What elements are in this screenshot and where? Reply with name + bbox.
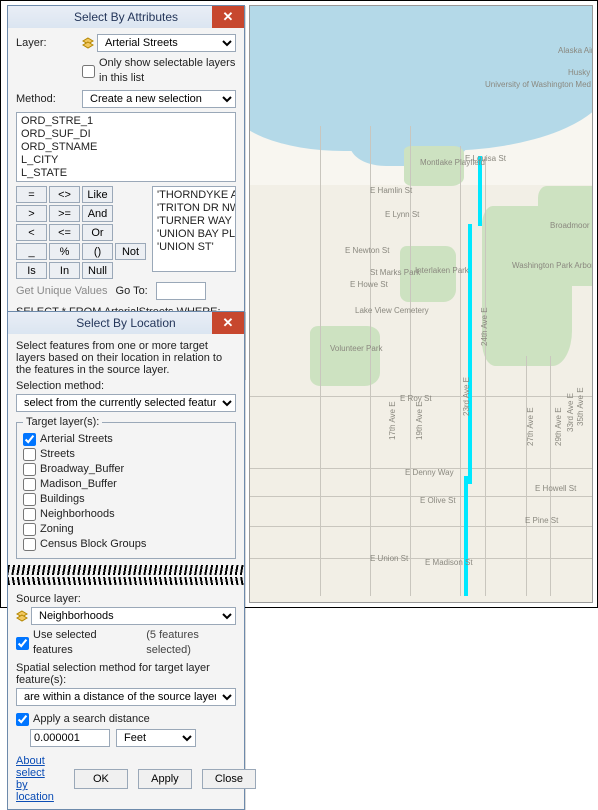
layer-select[interactable]: Arterial Streets xyxy=(97,34,236,52)
field-item[interactable]: L_CITY xyxy=(21,154,231,167)
dialog-title: Select By Attributes xyxy=(74,10,178,24)
spatial-method-label: Spatial selection method for target laye… xyxy=(16,662,236,686)
map-label: St Marks Park xyxy=(370,268,420,277)
ok-button[interactable]: OK xyxy=(74,769,128,789)
value-item[interactable]: 'TRITON DR NW' xyxy=(157,202,231,215)
operator-button[interactable]: In xyxy=(49,262,80,279)
field-item[interactable]: ORD_SUF_DI xyxy=(21,128,231,141)
only-selectable-checkbox[interactable]: Only show selectable layers in this list xyxy=(82,56,236,86)
operator-button[interactable]: <> xyxy=(49,186,80,203)
close-icon[interactable]: ✕ xyxy=(212,6,244,28)
target-layers-label: Target layer(s): xyxy=(23,416,102,428)
goto-input[interactable] xyxy=(156,282,206,300)
map-label: E Hamlin St xyxy=(370,186,412,195)
target-layer-checkbox[interactable]: Census Block Groups xyxy=(23,537,229,552)
target-layer-checkbox[interactable]: Streets xyxy=(23,447,229,462)
map-label: 35th Ave E xyxy=(576,387,585,426)
target-layers-group: Target layer(s): Arterial StreetsStreets… xyxy=(16,416,236,559)
use-selected-checkbox[interactable]: Use selected features (5 features select… xyxy=(16,628,236,658)
map-label: E Newton St xyxy=(345,246,389,255)
target-layer-checkbox[interactable]: Broadway_Buffer xyxy=(23,462,229,477)
dialog-titlebar[interactable]: Select By Attributes ✕ xyxy=(8,6,244,28)
target-layer-checkbox[interactable]: Madison_Buffer xyxy=(23,477,229,492)
map-label: 29th Ave E xyxy=(554,407,563,446)
operator-button[interactable]: % xyxy=(49,243,80,260)
map-label: University of Washington Med Ctr xyxy=(485,80,593,89)
apply-distance-checkbox[interactable]: Apply a search distance xyxy=(16,712,236,727)
operator-button[interactable]: Null xyxy=(82,262,113,279)
select-by-location-dialog: Select By Location ✕ Select features fro… xyxy=(7,311,245,810)
target-layer-checkbox[interactable]: Arterial Streets xyxy=(23,432,229,447)
operator-button[interactable]: Or xyxy=(82,224,113,241)
field-item[interactable]: ORD_STNAME xyxy=(21,141,231,154)
values-list[interactable]: 'THORNDYKE AVE W''TRITON DR NW''TURNER W… xyxy=(152,186,236,272)
target-layer-checkbox[interactable]: Neighborhoods xyxy=(23,507,229,522)
operator-button[interactable]: <= xyxy=(49,224,80,241)
map-label: E Madison St xyxy=(425,558,473,567)
map-label: E Louisa St xyxy=(465,154,506,163)
map-label: E Howe St xyxy=(350,280,388,289)
close-button[interactable]: Close xyxy=(202,769,256,789)
map-label: E Lynn St xyxy=(385,210,419,219)
map-label: 19th Ave E xyxy=(415,401,424,440)
about-link[interactable]: About select by location xyxy=(16,755,54,803)
operator-button[interactable]: Is xyxy=(16,262,47,279)
field-list[interactable]: ORD_STRE_1ORD_SUF_DIORD_STNAMEL_CITYL_ST… xyxy=(16,112,236,182)
method-label: Method: xyxy=(16,93,76,105)
value-item[interactable]: 'UNION ST' xyxy=(157,241,231,254)
map-label: E Olive St xyxy=(420,496,456,505)
spatial-method-select[interactable]: are within a distance of the source laye… xyxy=(16,688,236,706)
map-canvas[interactable]: Alaska Airlines Arena Husky Stadium Univer… xyxy=(249,5,593,603)
selection-method-select[interactable]: select from the currently selected featu… xyxy=(16,394,236,412)
close-icon[interactable]: ✕ xyxy=(212,312,244,334)
map-label: Interlaken Park xyxy=(415,266,469,275)
map-label: Broadmoor Golf Club xyxy=(550,221,593,230)
dialog-title: Select By Location xyxy=(76,316,175,330)
dialog-titlebar[interactable]: Select By Location ✕ xyxy=(8,312,244,334)
map-label: Husky Stadium xyxy=(568,68,593,77)
get-unique-values-link[interactable]: Get Unique Values xyxy=(16,285,108,297)
map-label: Washington Park Arboretum xyxy=(512,261,593,270)
distance-input[interactable] xyxy=(30,729,110,747)
map-label: Lake View Cemetery xyxy=(355,306,429,315)
operator-button[interactable]: >= xyxy=(49,205,80,222)
method-select[interactable]: Create a new selection xyxy=(82,90,236,108)
layer-label: Layer: xyxy=(16,37,76,49)
map-label: 17th Ave E xyxy=(388,401,397,440)
map-label: E Denny Way xyxy=(405,468,454,477)
value-item[interactable]: 'THORNDYKE AVE W' xyxy=(157,189,231,202)
map-label: E Union St xyxy=(370,554,408,563)
map-label: Volunteer Park xyxy=(330,344,382,353)
field-item[interactable]: L_STATE xyxy=(21,167,231,180)
intro-text: Select features from one or more target … xyxy=(16,340,236,376)
map-label: E Howell St xyxy=(535,484,576,493)
selection-method-label: Selection method: xyxy=(16,380,236,392)
operator-button[interactable]: Not xyxy=(115,243,146,260)
goto-label: Go To: xyxy=(116,285,148,297)
target-layer-checkbox[interactable]: Buildings xyxy=(23,492,229,507)
operator-button[interactable]: = xyxy=(16,186,47,203)
operator-button[interactable]: Like xyxy=(82,186,113,203)
value-item[interactable]: 'TURNER WAY E' xyxy=(157,215,231,228)
map-label: E Pine St xyxy=(525,516,558,525)
operator-button[interactable]: _ xyxy=(16,243,47,260)
target-layer-checkbox[interactable]: Zoning xyxy=(23,522,229,537)
source-layer-select[interactable]: Neighborhoods xyxy=(31,607,236,625)
value-item[interactable]: 'UNION BAY PL NE' xyxy=(157,228,231,241)
operator-button[interactable]: > xyxy=(16,205,47,222)
distance-unit-select[interactable]: Feet xyxy=(116,729,196,747)
source-layer-label: Source layer: xyxy=(16,593,236,605)
map-label: 27th Ave E xyxy=(526,407,535,446)
map-label: 24th Ave E xyxy=(480,307,489,346)
map-label: Alaska Airlines Arena xyxy=(558,46,593,55)
operator-button[interactable]: () xyxy=(82,243,113,260)
map-label: 23rd Ave E xyxy=(462,377,471,416)
operator-button[interactable]: < xyxy=(16,224,47,241)
operator-button[interactable]: And xyxy=(82,205,113,222)
apply-button[interactable]: Apply xyxy=(138,769,192,789)
map-label: 33rd Ave E xyxy=(566,393,575,432)
field-item[interactable]: ORD_STRE_1 xyxy=(21,115,231,128)
